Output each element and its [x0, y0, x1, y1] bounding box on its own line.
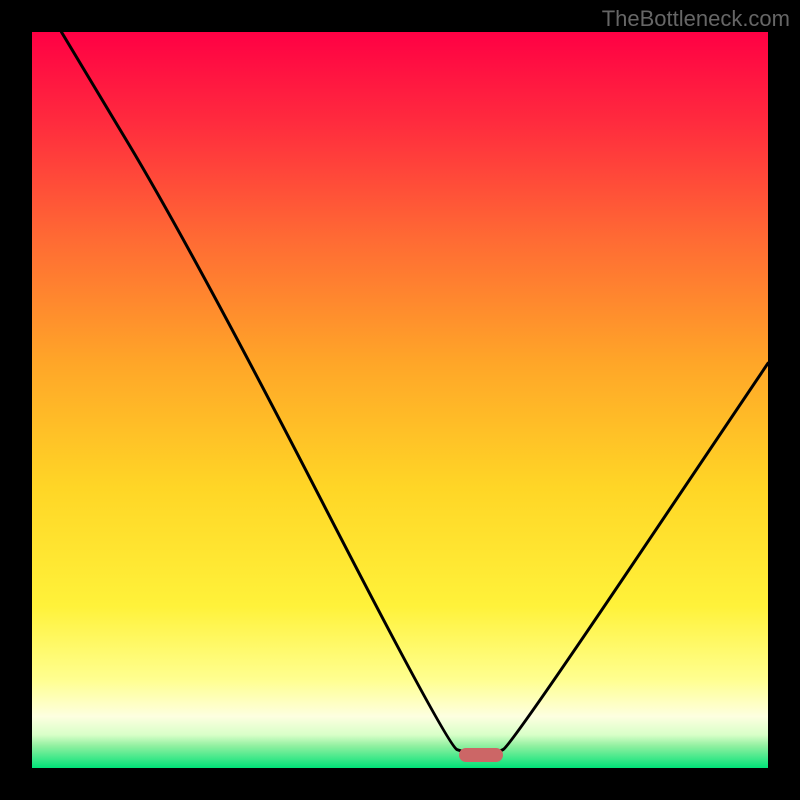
- chart-frame: TheBottleneck.com: [0, 0, 800, 800]
- optimum-marker: [459, 748, 503, 762]
- watermark-text: TheBottleneck.com: [602, 6, 790, 32]
- plot-background: [32, 32, 768, 768]
- chart-canvas: [0, 0, 800, 800]
